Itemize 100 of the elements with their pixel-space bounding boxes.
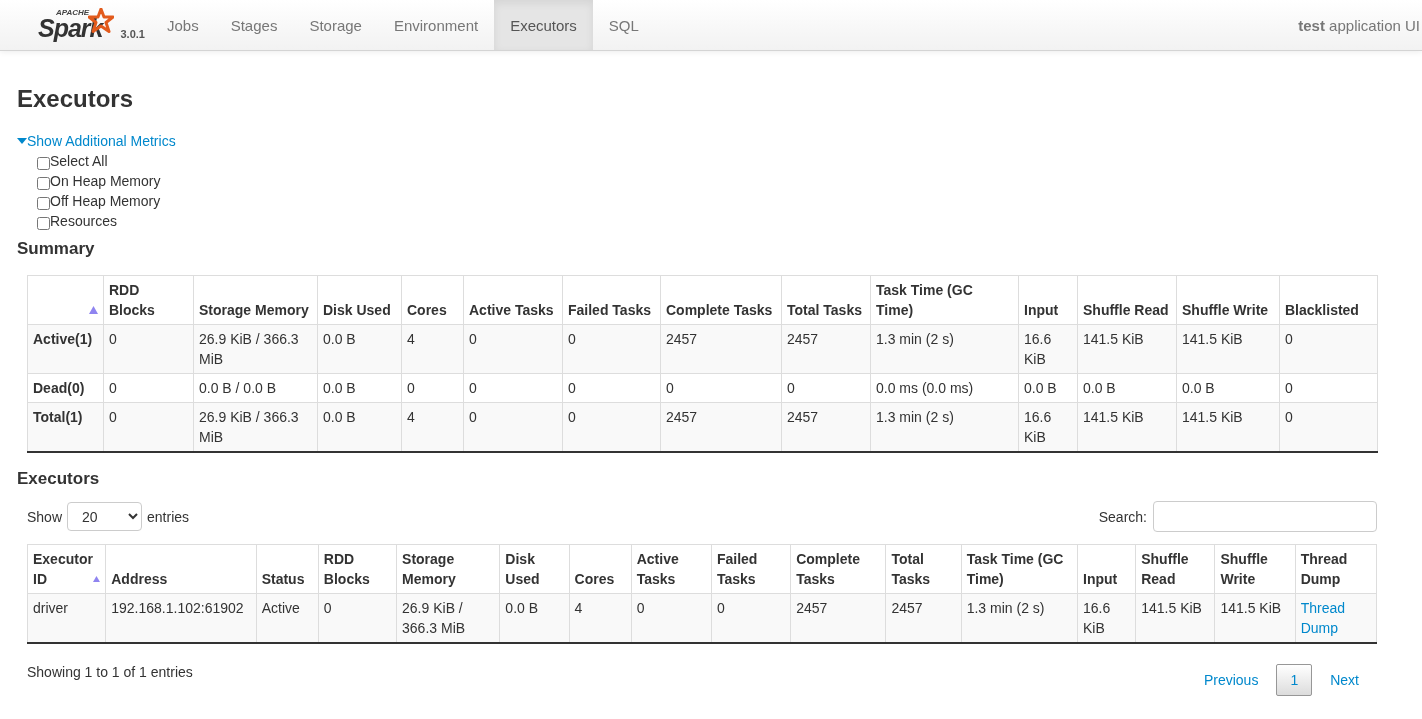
table-cell: 0.0 B xyxy=(317,373,402,403)
table-cell: 4 xyxy=(569,593,632,643)
pagination-link[interactable]: Previous xyxy=(1185,664,1277,696)
column-header[interactable]: Total Tasks xyxy=(885,544,962,594)
column-header[interactable]: Total Tasks xyxy=(781,275,871,325)
show-label: Show xyxy=(27,508,63,525)
caret-down-icon[interactable] xyxy=(17,138,27,144)
table-cell: 16.6 KiB xyxy=(1018,402,1078,452)
checkbox[interactable] xyxy=(37,156,50,170)
column-header[interactable]: RDD Blocks xyxy=(318,544,397,594)
column-header[interactable]: Complete Tasks xyxy=(660,275,782,325)
column-header[interactable]: Active Tasks xyxy=(631,544,712,594)
nav-tab[interactable]: Stages xyxy=(214,0,294,50)
table-cell: 0 xyxy=(463,373,563,403)
table-cell: 0 xyxy=(660,373,782,403)
table-cell: 0.0 B / 0.0 B xyxy=(193,373,318,403)
column-header[interactable]: RDD Blocks xyxy=(103,275,194,325)
column-header[interactable]: Storage Memory xyxy=(396,544,500,594)
search-field[interactable] xyxy=(1153,501,1377,532)
checkbox[interactable] xyxy=(37,196,50,210)
table-cell: 1.3 min (2 s) xyxy=(870,324,1019,374)
table-cell: 141.5 KiB xyxy=(1176,402,1280,452)
table-cell: driver xyxy=(27,593,106,643)
checkbox-label: On Heap Memory xyxy=(50,173,161,189)
table-cell: 26.9 KiB / 366.3 MiB xyxy=(193,324,318,374)
table-cell: 0 xyxy=(1279,373,1378,403)
table-cell: 141.5 KiB xyxy=(1176,324,1280,374)
table-cell: 16.6 KiB xyxy=(1018,324,1078,374)
sort-ascending-icon[interactable] xyxy=(93,575,101,583)
column-header[interactable]: Complete Tasks xyxy=(790,544,886,594)
nav-tab[interactable]: Storage xyxy=(293,0,378,50)
table-cell: 0 xyxy=(1279,324,1378,374)
entries-select[interactable]: 20 xyxy=(67,502,143,531)
table-cell: 0.0 B xyxy=(1077,373,1177,403)
table-cell: 2457 xyxy=(790,593,886,643)
table-cell: 141.5 KiB xyxy=(1135,593,1215,643)
column-header[interactable]: Shuffle Read xyxy=(1135,544,1215,594)
column-header[interactable]: Storage Memory xyxy=(193,275,318,325)
sort-ascending-icon[interactable] xyxy=(89,306,98,314)
table-cell: 0.0 B xyxy=(499,593,570,643)
table-cell: 0.0 ms (0.0 ms) xyxy=(870,373,1019,403)
table-cell: 2457 xyxy=(781,402,871,452)
metrics-toggle-link[interactable]: Show Additional Metrics xyxy=(17,133,176,149)
column-header[interactable]: Input xyxy=(1077,544,1136,594)
column-header[interactable]: Disk Used xyxy=(317,275,402,325)
table-cell: 0 xyxy=(318,593,397,643)
column-header[interactable]: Shuffle Write xyxy=(1176,275,1280,325)
column-header[interactable]: Status xyxy=(256,544,319,594)
table-cell: 141.5 KiB xyxy=(1077,324,1177,374)
nav-tab[interactable]: Executors xyxy=(494,0,593,50)
table-cell: 0 xyxy=(562,402,661,452)
column-header[interactable]: Input xyxy=(1018,275,1078,325)
nav-tab[interactable]: Environment xyxy=(377,0,495,50)
table-cell: 2457 xyxy=(660,402,782,452)
column-header[interactable]: Task Time (GC Time) xyxy=(961,544,1078,594)
table-cell: 0 xyxy=(401,373,464,403)
column-header[interactable]: Failed Tasks xyxy=(562,275,661,325)
nav-tab[interactable]: Jobs xyxy=(151,0,215,50)
table-cell: 141.5 KiB xyxy=(1077,402,1177,452)
page-title: Executors xyxy=(17,85,135,113)
table-cell: 0.0 B xyxy=(317,324,402,374)
table-cell: 0 xyxy=(781,373,871,403)
column-header[interactable]: Address xyxy=(105,544,257,594)
table-cell: 0 xyxy=(463,324,563,374)
column-header[interactable]: Failed Tasks xyxy=(711,544,791,594)
table-cell: 2457 xyxy=(885,593,962,643)
table-cell: 0 xyxy=(103,324,194,374)
table-cell: 0 xyxy=(1279,402,1378,452)
column-header[interactable]: Task Time (GC Time) xyxy=(870,275,1019,325)
table-cell: 4 xyxy=(401,402,464,452)
checkbox[interactable] xyxy=(37,176,50,190)
column-header[interactable]: Thread Dump xyxy=(1295,544,1377,594)
pagination-link[interactable]: Next xyxy=(1312,664,1377,696)
table-cell: 0 xyxy=(711,593,791,643)
logo-apache-text: APACHE xyxy=(56,9,91,16)
table-cell: 26.9 KiB / 366.3 MiB xyxy=(396,593,500,643)
row-header: Dead(0) xyxy=(27,373,104,403)
table-cell: 0 xyxy=(463,402,563,452)
column-header[interactable]: Shuffle Read xyxy=(1077,275,1177,325)
nav-tab[interactable]: SQL xyxy=(592,0,655,50)
table-cell: 2457 xyxy=(781,324,871,374)
column-header[interactable]: Shuffle Write xyxy=(1214,544,1296,594)
entries-info: Showing 1 to 1 of 1 entries xyxy=(27,664,193,680)
table-cell: 0 xyxy=(103,402,194,452)
column-header[interactable]: Disk Used xyxy=(499,544,570,594)
checkbox[interactable] xyxy=(37,216,50,230)
column-header[interactable]: Cores xyxy=(569,544,632,594)
table-cell: 0 xyxy=(562,324,661,374)
table-cell: 192.168.1.102:61902 xyxy=(105,593,257,643)
column-header[interactable]: Blacklisted xyxy=(1279,275,1378,325)
entries-label: entries xyxy=(147,508,190,525)
column-header[interactable]: Cores xyxy=(401,275,464,325)
table-cell: 0 xyxy=(103,373,194,403)
checkbox-label: Resources xyxy=(50,213,117,229)
table-cell: 16.6 KiB xyxy=(1077,593,1136,643)
table-cell: 1.3 min (2 s) xyxy=(870,402,1019,452)
column-header[interactable]: Active Tasks xyxy=(463,275,563,325)
table-cell: 1.3 min (2 s) xyxy=(961,593,1078,643)
version-label: 3.0.1 xyxy=(120,28,145,40)
table-cell: 0.0 B xyxy=(1176,373,1280,403)
